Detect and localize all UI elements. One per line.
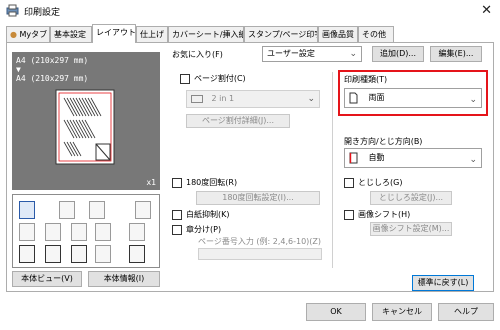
print-type-label: 印刷種類(T) — [344, 75, 388, 84]
lock-icon — [129, 245, 145, 263]
printer-icon — [6, 4, 19, 17]
binding-icon — [129, 223, 145, 241]
combine-value: 2 in 1 — [211, 94, 235, 103]
column-divider — [332, 72, 333, 268]
restore-defaults-button[interactable]: 標準に戻す(L) — [412, 275, 474, 291]
chapter-label: 章分け(P) — [186, 225, 222, 234]
chevron-down-icon: ⌄ — [469, 155, 477, 165]
blank-suppress-checkbox[interactable] — [172, 210, 182, 220]
cover-icon — [19, 223, 35, 241]
tab-basic[interactable]: 基本設定 — [50, 26, 92, 42]
print-type-value: 両面 — [368, 93, 385, 102]
tab-label: 仕上げ — [140, 30, 164, 39]
preview-page-image — [55, 89, 115, 165]
layout-icon — [19, 201, 35, 219]
image-shift-label: 画像シフト(H) — [358, 210, 411, 219]
chevron-down-icon: ⌄ — [307, 94, 315, 104]
page-icon — [349, 92, 358, 103]
chapter-field-label: ページ番号入力 (例: 2,4,6-10)(Z) — [198, 237, 322, 246]
binding-label: 開き方向/とじ方向(B) — [344, 137, 423, 146]
tab-label: その他 — [362, 30, 386, 39]
tab-label: スタンプ/ページ印字 — [248, 30, 318, 39]
binding-value: 自動 — [368, 153, 385, 162]
blank-suppress-label: 白紙抑制(K) — [186, 210, 230, 219]
cancel-button[interactable]: キャンセル — [372, 303, 432, 321]
user-icon: ● — [10, 30, 17, 39]
tab-label: カバーシート/挿入紙 — [172, 30, 244, 39]
text-icon — [71, 223, 87, 241]
tab-image-quality[interactable]: 画像品質 — [318, 26, 358, 42]
page-preview: A4 (210x297 mm) ▼ A4 (210x297 mm) x1 — [12, 52, 160, 190]
combine-checkbox[interactable] — [180, 74, 190, 84]
title-bar: 印刷設定 ✕ — [0, 0, 500, 22]
binding-direction-icon — [349, 152, 358, 163]
preview-output-size: A4 (210x297 mm) — [16, 74, 89, 83]
preview-arrow: ▼ — [16, 65, 21, 74]
image-shift-settings-button[interactable]: 画像シフト設定(M)... — [370, 222, 452, 236]
tab-label: 画像品質 — [322, 30, 354, 39]
favorites-label: お気に入り(F) — [172, 50, 223, 59]
chevron-down-icon: ⌄ — [469, 95, 477, 105]
rotate180-settings-button[interactable]: 180度回転設定(I)... — [196, 191, 320, 205]
add-favorite-button[interactable]: 追加(D)... — [372, 46, 424, 62]
chapter-checkbox[interactable] — [172, 225, 182, 235]
tab-layout[interactable]: レイアウト — [92, 24, 136, 43]
user-icon — [45, 245, 61, 263]
tab-label: Myタブ — [19, 30, 48, 39]
rotate180-label: 180度回転(R) — [186, 178, 238, 187]
print-type-select[interactable]: 両面 ⌄ — [344, 88, 482, 108]
edit-favorite-button[interactable]: 編集(E)... — [430, 46, 482, 62]
chevron-down-icon: ⌄ — [349, 49, 357, 59]
printer-view-button[interactable]: 本体ビュー(V) — [12, 271, 82, 287]
ok-button[interactable]: OK — [306, 303, 366, 321]
close-icon[interactable]: ✕ — [481, 3, 492, 18]
staple-icon — [59, 201, 75, 219]
binding-select[interactable]: 自動 ⌄ — [344, 148, 482, 168]
image-shift-checkbox[interactable] — [344, 210, 354, 220]
preview-original-size: A4 (210x297 mm) — [16, 56, 89, 65]
combine-details-button[interactable]: ページ割付詳細(J)... — [186, 114, 290, 128]
combine-label: ページ割付(C) — [194, 74, 246, 83]
finishing-icon-grid — [12, 194, 160, 268]
tab-label: レイアウト — [96, 28, 136, 37]
document-icon — [19, 245, 35, 263]
margin-settings-button[interactable]: とじしろ設定(J)... — [370, 191, 452, 205]
page-icon — [95, 223, 111, 241]
help-button[interactable]: ヘルプ — [438, 303, 494, 321]
tab-mytab[interactable]: ● Myタブ — [6, 26, 50, 42]
rotate180-checkbox[interactable] — [172, 178, 182, 188]
fold-icon — [135, 201, 151, 219]
tab-stamp[interactable]: スタンプ/ページ印字 — [244, 26, 318, 42]
tab-label: 基本設定 — [54, 30, 86, 39]
margin-checkbox[interactable] — [344, 178, 354, 188]
combine-select[interactable]: 2 in 1 ⌄ — [186, 90, 320, 108]
insert-icon — [45, 223, 61, 241]
tab-cover-sheet[interactable]: カバーシート/挿入紙 — [168, 26, 244, 42]
preview-copy-count: x1 — [146, 178, 156, 187]
tab-other[interactable]: その他 — [358, 26, 394, 42]
printer-info-button[interactable]: 本体情報(I) — [88, 271, 160, 287]
favorites-select[interactable]: ユーザー設定 ⌄ — [262, 46, 362, 62]
tab-finishing[interactable]: 仕上げ — [136, 26, 168, 42]
chapter-page-input[interactable] — [198, 248, 322, 260]
two-in-one-icon — [191, 94, 203, 103]
window-title: 印刷設定 — [24, 8, 61, 18]
favorites-value: ユーザー設定 — [267, 49, 315, 58]
stamp-icon — [95, 245, 111, 263]
image-icon — [71, 245, 87, 263]
punch-icon — [89, 201, 105, 219]
margin-label: とじしろ(G) — [358, 178, 403, 187]
